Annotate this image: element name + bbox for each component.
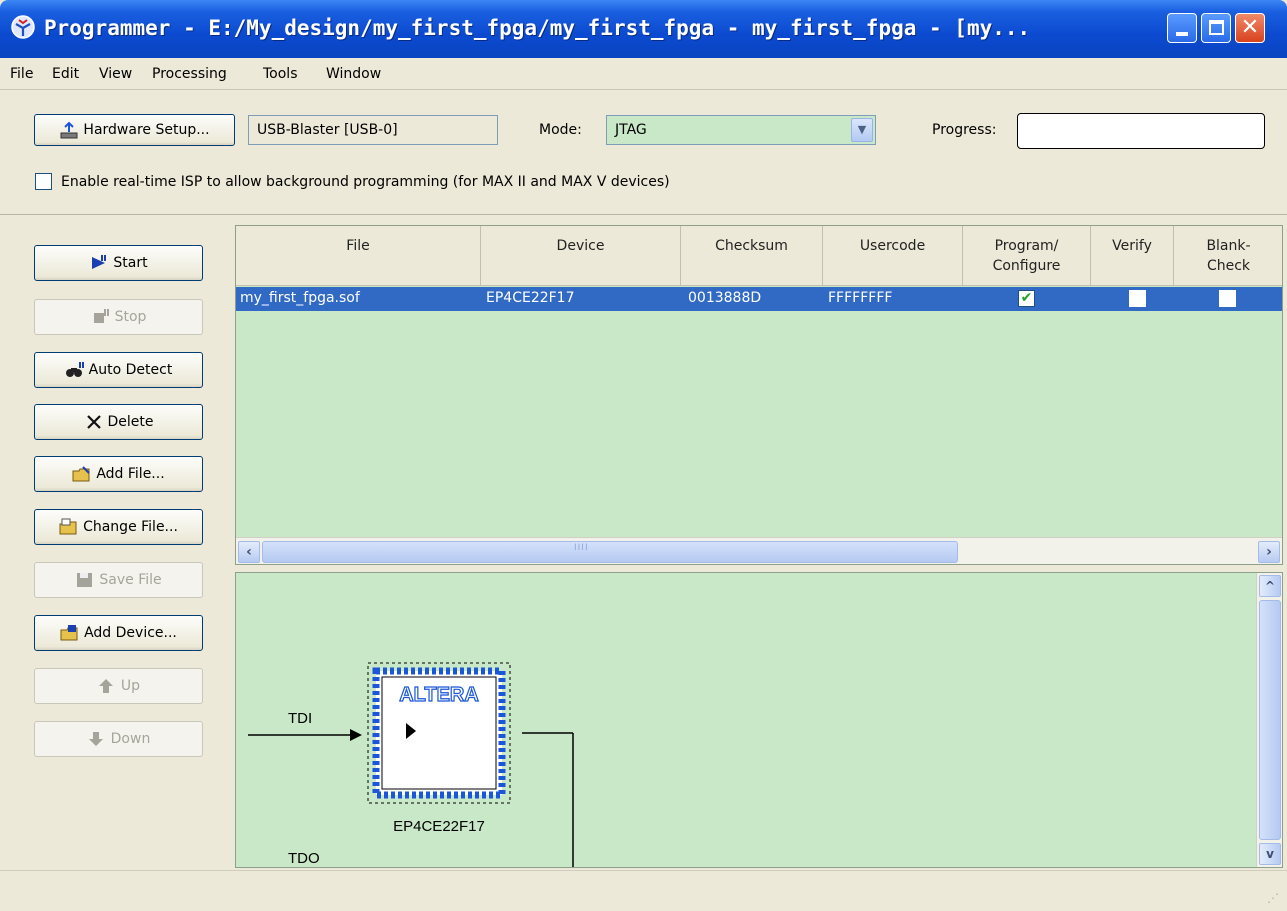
scroll-down-icon[interactable]: v xyxy=(1259,843,1281,865)
menu-tools[interactable]: Tools xyxy=(263,66,298,82)
mode-label: Mode: xyxy=(539,122,582,138)
menu-bar: File Edit View Processing Tools Window xyxy=(0,58,1287,90)
tdo-label: TDO xyxy=(288,850,320,867)
save-file-label: Save File xyxy=(99,572,162,588)
change-file-button[interactable]: Change File... xyxy=(34,509,203,545)
menu-window[interactable]: Window xyxy=(326,66,381,82)
scroll-thumb[interactable] xyxy=(262,541,958,563)
delete-label: Delete xyxy=(107,414,154,430)
altera-logo: ALTERA xyxy=(399,684,479,706)
stop-label: Stop xyxy=(114,309,147,325)
delete-button[interactable]: Delete xyxy=(34,404,203,440)
mode-value: JTAG xyxy=(615,122,647,138)
maximize-button[interactable] xyxy=(1201,13,1231,43)
add-file-button[interactable]: Add File... xyxy=(34,456,203,492)
up-label: Up xyxy=(120,678,141,694)
scroll-right-icon[interactable]: › xyxy=(1258,541,1280,563)
add-file-label: Add File... xyxy=(96,466,165,482)
row-file[interactable]: my_first_fpga.sof xyxy=(240,290,360,306)
jtag-chain-view: TDI ALTERA EP4CE22F17 TDO ^ v xyxy=(235,572,1283,868)
start-icon xyxy=(92,255,107,269)
start-label: Start xyxy=(113,255,148,271)
save-file-icon xyxy=(77,573,93,587)
tdi-arrow-icon xyxy=(350,729,362,741)
programmer-icon xyxy=(11,15,35,39)
up-button[interactable]: Up xyxy=(34,668,203,704)
row-device: EP4CE22F17 xyxy=(486,290,575,306)
change-file-label: Change File... xyxy=(83,519,178,535)
column-header-device[interactable]: Device xyxy=(481,226,681,286)
up-icon xyxy=(98,679,113,693)
verify-checkbox[interactable] xyxy=(1129,290,1146,307)
stop-icon xyxy=(93,309,109,323)
device-name-label: EP4CE22F17 xyxy=(393,818,485,835)
status-bar: ⋰ xyxy=(0,870,1287,911)
scroll-left-icon[interactable]: ‹ xyxy=(238,541,260,563)
column-header-blank-check[interactable]: Blank- Check xyxy=(1174,226,1282,286)
add-file-icon xyxy=(72,466,91,482)
column-header-program[interactable]: Program/ Configure xyxy=(963,226,1091,286)
hardware-toolbar: Hardware Setup... USB-Blaster [USB-0] Mo… xyxy=(0,91,1287,215)
title-bar: Programmer - E:/My_design/my_first_fpga/… xyxy=(0,0,1287,58)
vertical-scrollbar[interactable]: ^ v xyxy=(1256,573,1282,867)
column-header-file[interactable]: File xyxy=(236,226,481,286)
scroll-up-icon[interactable]: ^ xyxy=(1259,575,1281,597)
progress-label: Progress: xyxy=(932,122,997,138)
start-button[interactable]: Start xyxy=(34,245,203,281)
close-icon: ✕ xyxy=(1240,15,1260,40)
program-checkbox[interactable]: ✔ xyxy=(1018,290,1035,307)
blank-check-checkbox[interactable] xyxy=(1219,290,1236,307)
row-checksum: 0013888D xyxy=(688,290,762,306)
hardware-setup-icon xyxy=(60,121,78,139)
down-icon xyxy=(88,732,103,746)
down-label: Down xyxy=(110,731,151,747)
chevron-down-icon[interactable]: ▼ xyxy=(851,118,873,142)
hardware-setup-label: Hardware Setup... xyxy=(83,122,210,138)
menu-processing[interactable]: Processing xyxy=(152,66,227,82)
mode-select[interactable]: JTAG ▼ xyxy=(606,115,876,145)
menu-edit[interactable]: Edit xyxy=(52,66,79,82)
add-device-button[interactable]: Add Device... xyxy=(34,615,203,651)
resize-grip-icon[interactable]: ⋰ xyxy=(1267,891,1279,905)
progress-bar xyxy=(1017,113,1265,149)
window-title: Programmer - E:/My_design/my_first_fpga/… xyxy=(44,16,1031,40)
minimize-button[interactable] xyxy=(1167,13,1197,43)
change-file-icon xyxy=(59,518,77,535)
isp-checkbox[interactable] xyxy=(35,173,52,190)
horizontal-scrollbar[interactable]: ‹ IIII › xyxy=(236,537,1282,564)
device-table: File Device Checksum Usercode Program/ C… xyxy=(235,225,1283,565)
menu-file[interactable]: File xyxy=(10,66,33,82)
auto-detect-label: Auto Detect xyxy=(88,362,173,378)
auto-detect-icon xyxy=(65,362,84,377)
auto-detect-button[interactable]: Auto Detect xyxy=(34,352,203,388)
jtag-chain-diagram: TDI ALTERA EP4CE22F17 TDO xyxy=(248,662,574,867)
hardware-field: USB-Blaster [USB-0] xyxy=(248,115,498,145)
minimize-icon xyxy=(1176,32,1188,36)
menu-view[interactable]: View xyxy=(99,66,132,82)
delete-icon xyxy=(86,415,101,429)
column-header-usercode[interactable]: Usercode xyxy=(823,226,963,286)
save-file-button[interactable]: Save File xyxy=(34,562,203,598)
vertical-scroll-thumb[interactable] xyxy=(1259,600,1281,840)
row-usercode: FFFFFFFF xyxy=(828,290,893,306)
isp-label: Enable real-time ISP to allow background… xyxy=(61,174,670,190)
maximize-icon xyxy=(1209,20,1224,35)
hardware-setup-button[interactable]: Hardware Setup... xyxy=(34,114,235,146)
column-header-verify[interactable]: Verify xyxy=(1091,226,1174,286)
add-device-icon xyxy=(60,625,78,641)
scroll-grip: IIII xyxy=(574,543,589,553)
stop-button[interactable]: Stop xyxy=(34,299,203,335)
add-device-label: Add Device... xyxy=(84,625,177,641)
down-button[interactable]: Down xyxy=(34,721,203,757)
close-button[interactable]: ✕ xyxy=(1235,13,1265,43)
tdi-label: TDI xyxy=(288,710,312,727)
column-header-checksum[interactable]: Checksum xyxy=(681,226,823,286)
